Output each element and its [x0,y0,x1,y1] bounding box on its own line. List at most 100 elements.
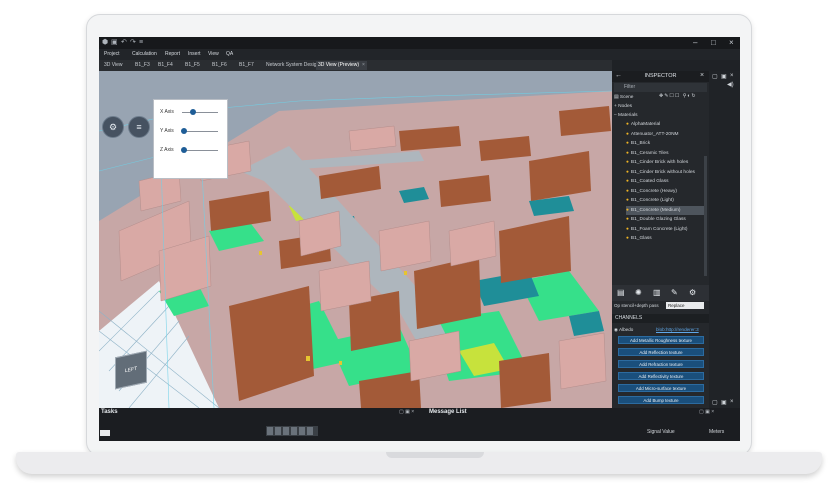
menu-view[interactable]: View [208,51,219,57]
lightbulb-icon: ● [626,122,629,127]
inspector-filter-input[interactable]: Filter [614,83,707,92]
material-item[interactable]: ● B1_Coated Glass [626,177,669,186]
maximize-button[interactable]: □ [711,38,716,48]
tab-b1-f6[interactable]: B1_F6 [210,61,229,70]
tab-3d-view[interactable]: 3D View [102,61,125,70]
albedo-texture-link[interactable]: blob:http://renderer:3 [656,325,699,334]
viewport-filter-button[interactable]: ≡ [128,116,150,138]
tree-item-materials[interactable]: – Materials [614,111,637,120]
inspector-panel: INSPECTOR ← × Filter ▤ Scene ✥✎☐☐ ⚲◐↻ + … [612,71,709,440]
tab-b1-f4[interactable]: B1_F4 [156,61,175,70]
z-axis-slider[interactable] [180,147,218,153]
tab-b1-f3[interactable]: B1_F3 [133,61,152,70]
material-item[interactable]: ● B1_Glass [626,234,652,243]
tree-item-nodes[interactable]: + Nodes [614,102,632,111]
toolbar-prev-icon[interactable] [275,427,281,435]
inspector-close-icon[interactable]: × [700,72,704,79]
more-icon[interactable]: ≡ [139,39,147,47]
z-axis-handle[interactable] [180,147,187,153]
material-item[interactable]: ● B1_Ceramic Tiles [626,149,669,158]
tab-close-icon[interactable]: × [362,62,365,68]
y-axis-slider[interactable] [180,128,218,134]
audio-icon[interactable]: ◀) [727,81,734,88]
material-item[interactable]: ● B1_Cinder Brick with holes [626,158,688,167]
menu-report[interactable]: Report [165,51,180,57]
tab-b1-f5[interactable]: B1_F5 [183,61,202,70]
material-item[interactable]: ● Attenuator_ATT-20NM [626,130,679,139]
material-label: B1_Concrete (Heavy) [630,188,678,194]
material-item[interactable]: ● B1_Concrete (Heavy) [626,187,677,196]
inspector-scrollbar[interactable] [704,156,707,276]
tab-b1-f7[interactable]: B1_F7 [237,61,256,70]
material-item[interactable]: ● B1_Cinder Brick without holes [626,168,695,177]
minimize-button[interactable]: – [693,38,697,48]
lightbulb-icon: ● [626,179,629,184]
z-axis-label: Z Axis [160,147,174,153]
add-bump-texture-button[interactable]: Add Bump texture [618,396,704,404]
x-axis-handle[interactable] [189,109,196,115]
lightbulb-icon: ● [626,198,629,203]
material-label: B1_Double Glazing Glass [630,217,686,222]
toolbar-last-icon[interactable] [291,427,297,435]
meters-column[interactable]: Meters [709,429,724,435]
channels-header[interactable]: CHANNELS [612,314,709,323]
toolbar-next-icon[interactable] [283,427,289,435]
menu-qa[interactable]: QA [226,51,233,57]
tasks-input[interactable] [100,430,110,436]
dock-bottom-close-icon[interactable]: × [730,399,734,405]
menu-calculation[interactable]: Calculation [132,51,157,57]
menu-project[interactable]: Project [104,51,120,57]
material-item[interactable]: ● B1_Concrete (Medium) [626,205,707,215]
redo-icon[interactable]: ↷ [130,39,138,47]
dock-close-icon[interactable]: × [730,73,734,79]
view-cube[interactable]: LEFT [115,350,147,390]
x-axis-slider[interactable] [182,109,218,115]
dock-bottom-pin-icon[interactable]: ▣ [721,399,727,406]
material-item[interactable]: ● B1_Foam Concrete (Light) [626,225,687,234]
settings-icon[interactable]: ⚙ [689,288,696,297]
3d-viewport[interactable]: ⚙ ≡ ⇄ ⌂ X Axis Y Axis Z Axis LEFT [99,71,612,408]
message-panel-controls-icon[interactable]: ▢ ▣ × [699,409,714,415]
add-micro-surface-texture-button[interactable]: Add Micro-surface texture [618,384,704,392]
material-label: B1_Cinder Brick with holes [630,160,689,165]
toolbar-first-icon[interactable] [267,427,273,435]
close-button[interactable]: × [729,38,734,48]
undo-icon[interactable]: ↶ [121,39,129,47]
albedo-row: ◉ Albedo blob:http://renderer:3 [614,325,707,334]
tools-icon[interactable]: ✎ [671,288,678,297]
lightbulb-icon: ● [626,236,629,241]
add-reflectivity-texture-button[interactable]: Add Reflectivity texture [618,372,704,380]
dock-pin-icon[interactable]: ▣ [721,73,727,80]
material-item[interactable]: ● B1_Concrete (Light) [626,196,674,205]
add-refraction-texture-button[interactable]: Add Refraction texture [618,360,704,368]
back-arrow-icon[interactable]: ← [615,72,622,79]
title-bar: ⬢ ▣ ↶ ↷ ≡ – □ × [99,37,740,49]
debug-icon[interactable]: ✺ [635,288,642,297]
stats-icon[interactable]: ▥ [653,288,661,297]
tab-network-system-design[interactable]: Network System Design [264,61,321,70]
material-item[interactable]: ● B1_Brick [626,139,650,148]
material-item[interactable]: ● B1_Double Glazing Glass [626,215,686,224]
document-tabs: 3D View B1_F3 B1_F4 B1_F5 B1_F6 B1_F7 Ne… [99,60,612,71]
material-item[interactable]: ● AlphaMaterial [626,120,660,129]
toolbar-zoom-in-icon[interactable] [299,427,305,435]
viewport-settings-button[interactable]: ⚙ [102,116,124,138]
y-axis-handle[interactable] [180,128,187,134]
menu-insert[interactable]: Insert [188,51,201,57]
material-label: B1_Glass [630,236,652,241]
dock-bottom-minimize-icon[interactable]: ▢ [712,399,718,406]
toolbar-zoom-out-icon[interactable] [307,427,313,435]
scene-tools-icon[interactable]: ✥✎☐☐ ⚲◐↻ [659,93,697,99]
op-stencil-select[interactable]: Replace [666,302,704,309]
add-metallic-roughness-texture-button[interactable]: Add Metallic Roughness texture [618,336,704,344]
document-icon[interactable]: ▤ [617,288,625,297]
lightbulb-icon: ● [626,217,629,222]
tab-3d-view-preview[interactable]: 3D View (Preview) × [316,61,367,70]
dock-minimize-icon[interactable]: ▢ [712,73,718,80]
save-icon[interactable]: ▣ [111,39,119,47]
tree-item-scene[interactable]: ▤ Scene [614,93,633,102]
signal-value-column[interactable]: Signal Value [647,429,675,435]
lightbulb-icon: ● [626,188,629,194]
tasks-panel-controls-icon[interactable]: ▢ ▣ × [399,409,414,415]
add-reflection-texture-button[interactable]: Add Reflection texture [618,348,704,356]
